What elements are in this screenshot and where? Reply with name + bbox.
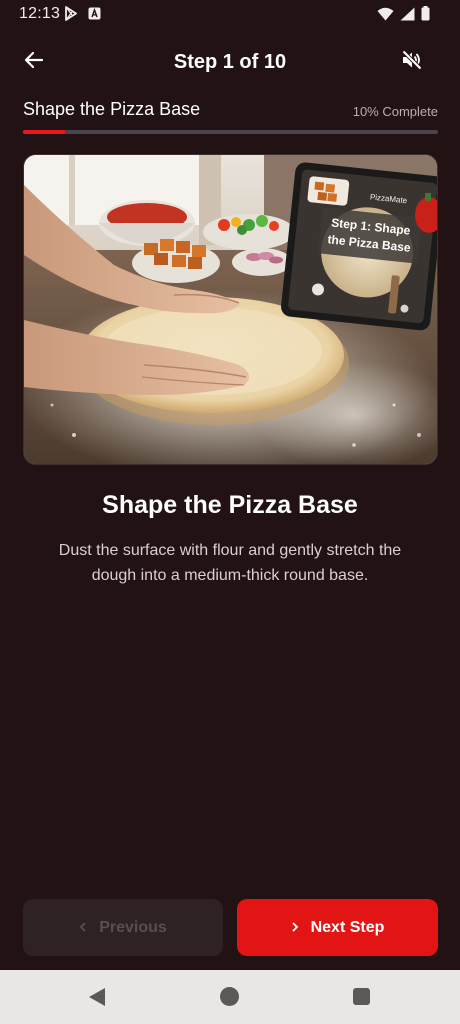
step-illustration: PizzaMate Step 1: Shape the Pizza Base [23, 154, 438, 465]
next-step-button[interactable]: Next Step [237, 899, 438, 956]
notification-a-icon [88, 7, 101, 25]
progress-bar-fill [23, 130, 65, 134]
status-left-icons [64, 6, 101, 26]
chevron-left-icon [79, 919, 87, 937]
battery-icon [421, 6, 430, 26]
step-title: Shape the Pizza Base [102, 491, 358, 519]
wifi-icon [377, 7, 394, 26]
signal-icon [400, 7, 415, 26]
nav-recents-icon[interactable] [353, 988, 370, 1005]
nav-home-icon[interactable] [220, 987, 239, 1006]
next-step-button-label: Next Step [310, 918, 385, 936]
play-store-icon [64, 6, 78, 26]
status-time: 12:13 [19, 5, 61, 22]
app-bar: Step 1 of 10 [0, 38, 460, 86]
nav-back-icon[interactable] [88, 987, 106, 1012]
previous-button[interactable]: Previous [23, 899, 223, 956]
step-description: Dust the surface with flour and gently s… [58, 542, 402, 584]
status-bar: 12:13 [0, 0, 460, 30]
volume-off-icon [401, 49, 423, 75]
chevron-right-icon [291, 919, 299, 937]
previous-button-label: Previous [99, 918, 167, 936]
status-right-icons [377, 6, 430, 26]
progress-bar [23, 130, 438, 134]
page-title: Step 1 of 10 [173, 51, 287, 73]
system-nav-bar [0, 970, 460, 1024]
progress-percent: 10% Complete [352, 104, 438, 119]
mute-button[interactable] [396, 46, 428, 78]
progress-step-label: Shape the Pizza Base [23, 99, 201, 119]
